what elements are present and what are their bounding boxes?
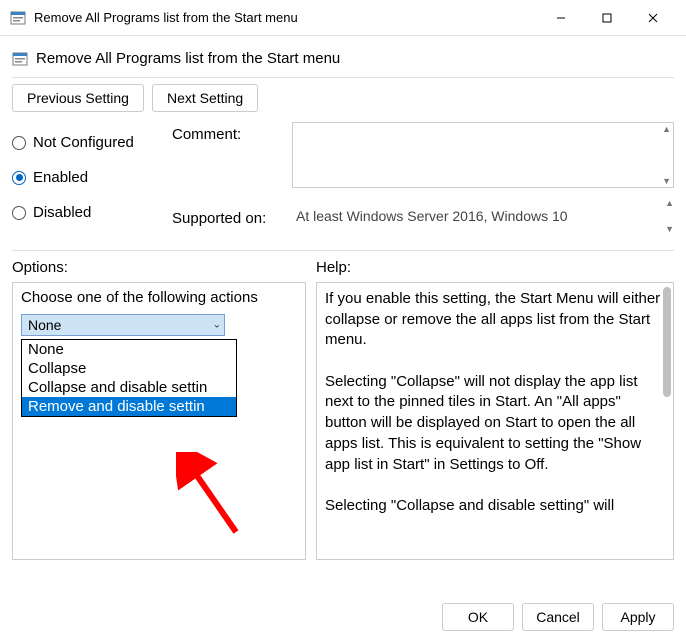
supported-label: Supported on: [172, 206, 292, 227]
action-combobox[interactable]: None ⌄ [21, 314, 225, 336]
scrollbar-thumb[interactable] [663, 287, 671, 397]
policy-icon [12, 51, 28, 67]
ok-button[interactable]: OK [442, 603, 514, 631]
dropdown-option-collapse[interactable]: Collapse [22, 359, 236, 378]
minimize-button[interactable] [538, 3, 584, 33]
titlebar[interactable]: Remove All Programs list from the Start … [0, 0, 686, 36]
radio-enabled[interactable]: Enabled [12, 169, 172, 186]
chevron-down-icon: ⌄ [213, 320, 221, 331]
help-pane: If you enable this setting, the Start Me… [316, 282, 674, 560]
comment-textarea[interactable]: ▲ ▼ [292, 122, 674, 188]
previous-setting-button[interactable]: Previous Setting [12, 84, 144, 112]
radio-not-configured[interactable]: Not Configured [12, 134, 172, 151]
radio-icon [12, 136, 26, 150]
policy-title: Remove All Programs list from the Start … [36, 50, 340, 67]
options-pane: Choose one of the following actions None… [12, 282, 306, 560]
policy-icon [10, 10, 26, 26]
dropdown-option-remove-disable[interactable]: Remove and disable settin [22, 397, 236, 416]
dropdown-option-collapse-disable[interactable]: Collapse and disable settin [22, 378, 236, 397]
scroll-down-icon[interactable]: ▼ [662, 177, 671, 185]
maximize-button[interactable] [584, 3, 630, 33]
radio-label: Not Configured [33, 134, 134, 151]
help-scrollbar[interactable] [663, 287, 671, 555]
radio-icon [12, 206, 26, 220]
dropdown-option-none[interactable]: None [22, 340, 236, 359]
options-heading: Options: [12, 259, 316, 276]
radio-disabled[interactable]: Disabled [12, 204, 172, 221]
combobox-value: None [28, 317, 61, 333]
scroll-up-icon[interactable]: ▲ [662, 125, 671, 133]
radio-icon [12, 171, 26, 185]
radio-label: Enabled [33, 169, 88, 186]
action-dropdown: None Collapse Collapse and disable setti… [21, 339, 237, 417]
cancel-button[interactable]: Cancel [522, 603, 594, 631]
apply-button[interactable]: Apply [602, 603, 674, 631]
scroll-up-icon[interactable]: ▲ [665, 198, 674, 208]
supported-on-text: At least Windows Server 2016, Windows 10… [292, 198, 674, 234]
window-title: Remove All Programs list from the Start … [34, 10, 538, 25]
radio-label: Disabled [33, 204, 91, 221]
policy-header: Remove All Programs list from the Start … [12, 44, 674, 78]
comment-label: Comment: [172, 122, 292, 143]
scroll-down-icon[interactable]: ▼ [665, 224, 674, 234]
next-setting-button[interactable]: Next Setting [152, 84, 258, 112]
help-text: If you enable this setting, the Start Me… [325, 289, 663, 517]
help-heading: Help: [316, 259, 674, 276]
options-prompt: Choose one of the following actions [21, 289, 297, 306]
close-button[interactable] [630, 3, 676, 33]
